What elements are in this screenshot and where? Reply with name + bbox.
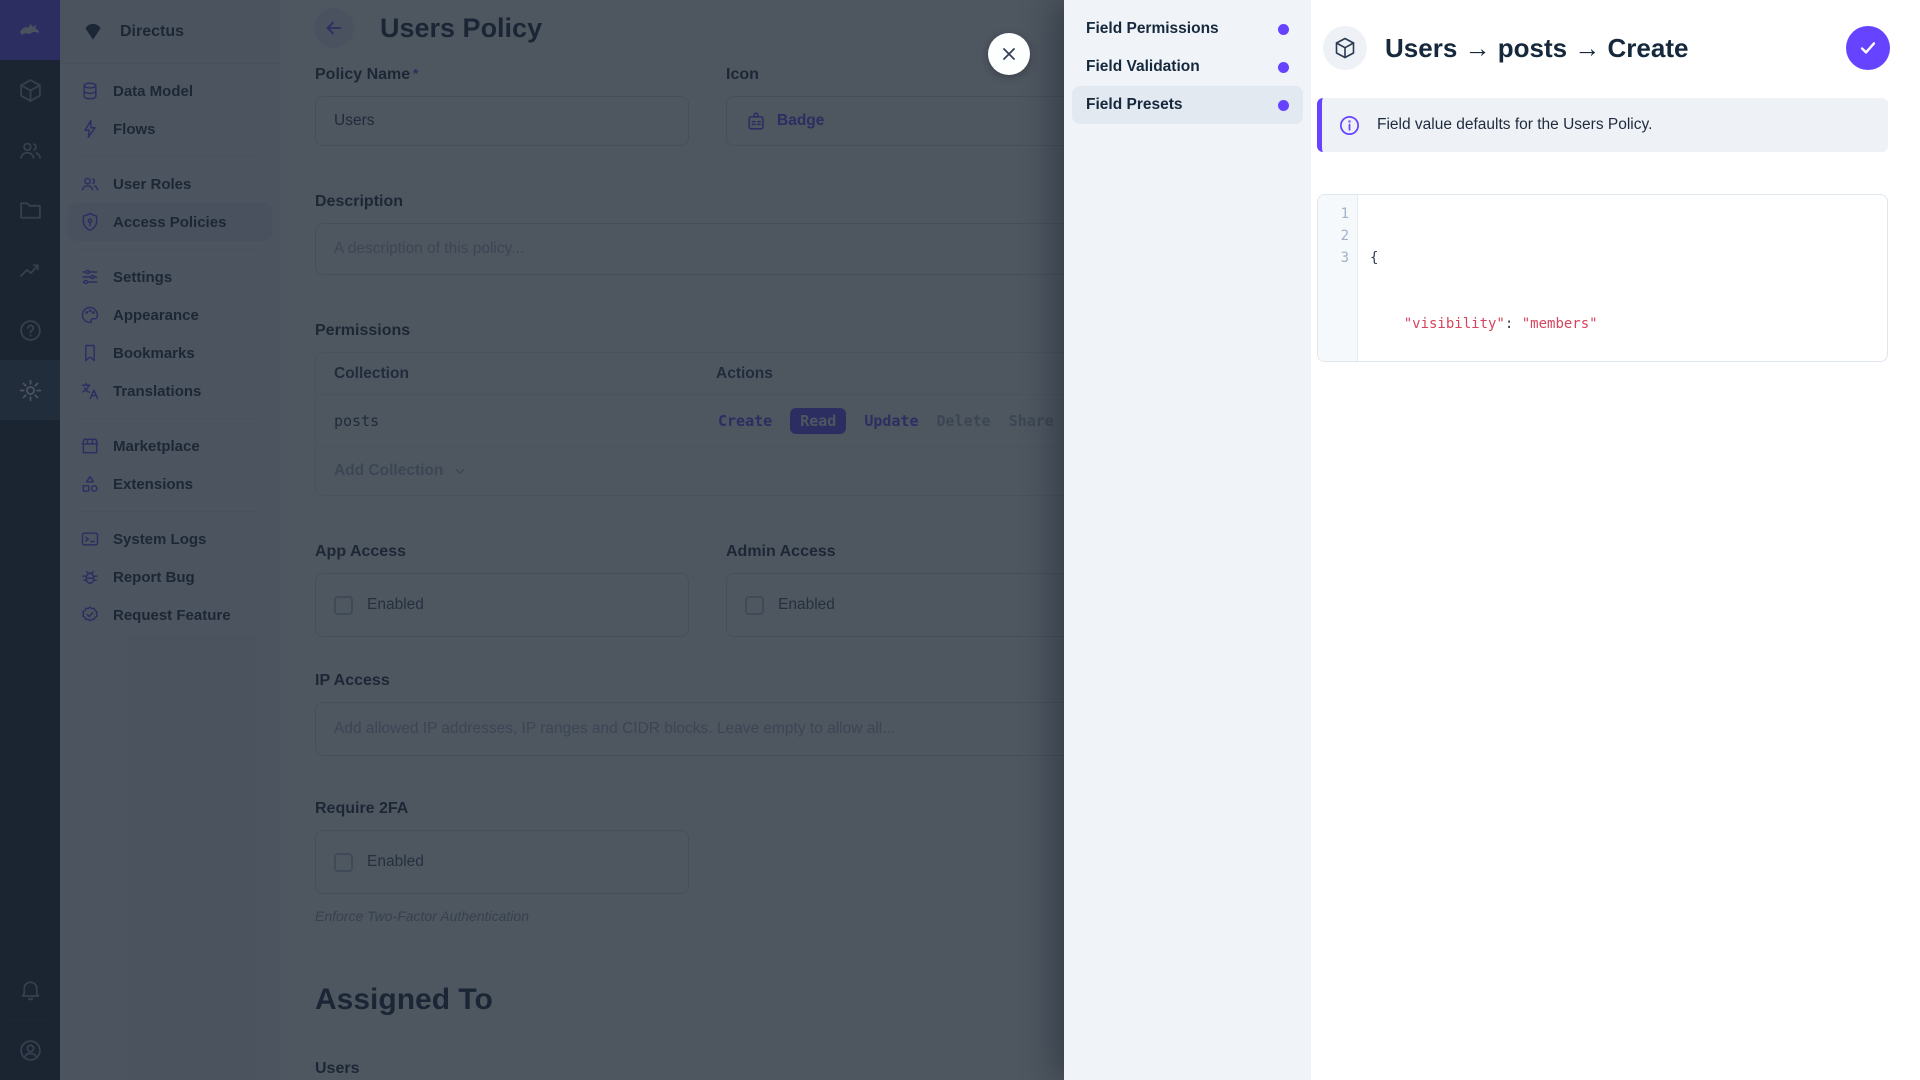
presets-code-editor[interactable]: 1 2 3 { "visibility": "members" } xyxy=(1317,194,1888,362)
status-dot xyxy=(1278,62,1289,73)
drawer-nav-label: Field Presets xyxy=(1086,96,1183,114)
box-icon xyxy=(1333,36,1357,60)
drawer-title: Users → posts → Create xyxy=(1385,33,1846,64)
info-banner: Field value defaults for the Users Polic… xyxy=(1317,98,1888,152)
drawer-nav-field-presets[interactable]: Field Presets xyxy=(1072,86,1303,124)
save-button[interactable] xyxy=(1846,26,1890,70)
code-line: { xyxy=(1370,247,1598,269)
drawer-nav-field-permissions[interactable]: Field Permissions xyxy=(1072,10,1303,48)
close-icon xyxy=(999,44,1019,64)
code-line-numbers: 1 2 3 xyxy=(1318,195,1358,361)
drawer-header: Users → posts → Create xyxy=(1311,0,1920,90)
drawer-nav-label: Field Validation xyxy=(1086,58,1200,76)
info-banner-text: Field value defaults for the Users Polic… xyxy=(1377,116,1652,134)
drawer-header-icon-circle xyxy=(1323,26,1367,70)
drawer-close-button[interactable] xyxy=(988,33,1030,75)
code-line: "visibility": "members" xyxy=(1370,313,1598,335)
check-icon xyxy=(1857,37,1879,59)
status-dot xyxy=(1278,100,1289,111)
drawer-nav-label: Field Permissions xyxy=(1086,20,1219,38)
drawer-nav: Field Permissions Field Validation Field… xyxy=(1064,0,1311,1080)
drawer-main: Users → posts → Create Field value defau… xyxy=(1311,0,1920,1080)
drawer-nav-field-validation[interactable]: Field Validation xyxy=(1072,48,1303,86)
code-content: { "visibility": "members" } xyxy=(1358,195,1598,361)
field-presets-drawer: Field Permissions Field Validation Field… xyxy=(1064,0,1920,1080)
directus-app: Directus Data Model Flows xyxy=(0,0,1920,1080)
info-icon xyxy=(1338,114,1361,137)
status-dot xyxy=(1278,24,1289,35)
